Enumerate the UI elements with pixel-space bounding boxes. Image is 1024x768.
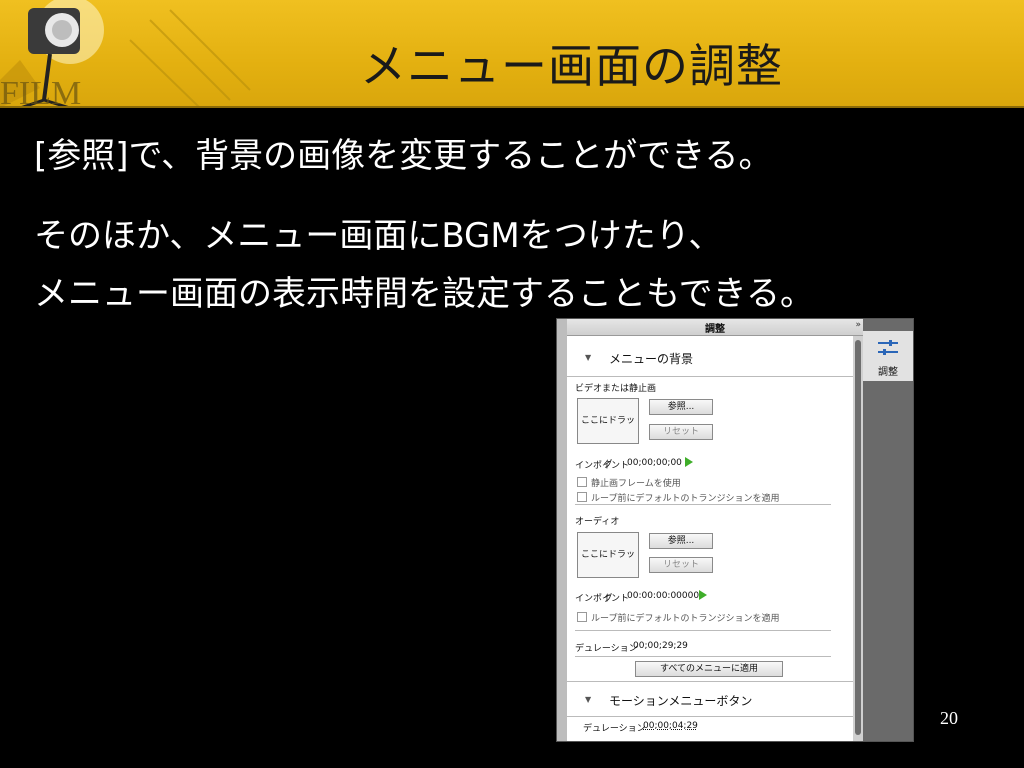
section-motion-menu-buttons[interactable]: ▼ モーションメニューボタン [567, 684, 853, 714]
video-label: ビデオまたは静止画 [575, 384, 657, 394]
body-line-2: そのほか、メニュー画面にBGMをつけたり、 [34, 216, 723, 256]
divider [567, 376, 853, 377]
chevron-down-icon[interactable]: ▼ [585, 695, 591, 704]
audio-drop-zone[interactable]: ここにドラッグ [577, 532, 639, 604]
default-transition-label: ループ前にデフォルトのトランジションを適用 [591, 494, 780, 504]
divider [567, 681, 853, 682]
apply-all-menus-button[interactable]: すべてのメニューに適用 [635, 661, 783, 677]
adjust-tab-button[interactable]: 調整 [863, 331, 913, 381]
still-frame-label: 静止画フレームを使用 [591, 479, 681, 489]
body-line-3: メニュー画面の表示時間を設定することもできる。 [34, 274, 814, 314]
still-frame-checkbox[interactable] [577, 477, 587, 487]
collapse-arrows-icon[interactable]: » [855, 320, 861, 330]
sliders-icon [878, 340, 898, 355]
audio-reset-button[interactable]: リセット [649, 557, 713, 573]
panel-content: ▼ メニューの背景 ビデオまたは静止画 ここにドラッグ 参照... リセット イ… [567, 336, 853, 741]
reset-button[interactable]: リセット [649, 424, 713, 440]
motion-duration-label: デュレーション [583, 724, 646, 734]
audio-inpoint-label: インポイント [575, 594, 630, 604]
spotlight-icon: FILM [0, 0, 251, 108]
audio-browse-button[interactable]: 参照... [649, 533, 713, 549]
header-band: FILM メニュー画面の調整 [0, 0, 1024, 108]
scrollbar[interactable] [853, 336, 863, 741]
scroll-thumb[interactable] [855, 340, 861, 735]
header-divider [0, 106, 1024, 108]
divider [575, 656, 831, 657]
inpoint-value[interactable]: 00;00;00;00 [627, 458, 682, 468]
page-number: 20 [940, 708, 958, 728]
audio-inpoint-value[interactable]: 00:00:00:00000 [627, 591, 699, 601]
section-label: モーションメニューボタン [609, 694, 753, 708]
svg-text:FILM: FILM [0, 75, 81, 108]
audio-play-icon[interactable] [699, 590, 707, 600]
body-line-1: [参照]で、背景の画像を変更することができる。 [34, 136, 773, 176]
panel-titlebar: 調整 » [567, 319, 863, 336]
panel-title: 調整 [705, 324, 725, 335]
divider [567, 716, 853, 717]
duration-value[interactable]: 00;00;29;29 [633, 641, 688, 651]
audio-label: オーディオ [575, 517, 620, 527]
audio-default-transition-checkbox[interactable] [577, 612, 587, 622]
audio-default-transition-label: ループ前にデフォルトのトランジションを適用 [591, 614, 780, 624]
divider [575, 630, 831, 631]
video-drop-zone[interactable]: ここにドラッグ [577, 398, 639, 470]
slide-title: メニュー画面の調整 [360, 39, 783, 93]
browse-button[interactable]: 参照... [649, 399, 713, 415]
adjust-tab-label: 調整 [878, 367, 898, 378]
duration-label: デュレーション [575, 644, 638, 654]
play-icon[interactable] [685, 457, 693, 467]
inpoint-label: インポイント [575, 461, 630, 471]
section-menu-background[interactable]: ▼ メニューの背景 [567, 342, 853, 372]
chevron-down-icon[interactable]: ▼ [585, 353, 591, 362]
section-label: メニューの背景 [609, 352, 694, 366]
adjust-panel-screenshot: 調整 » ▼ メニューの背景 ビデオまたは静止画 ここにドラッグ 参照... リ… [556, 318, 914, 742]
side-strip: 調整 [863, 319, 913, 741]
divider [575, 504, 831, 505]
default-transition-checkbox[interactable] [577, 492, 587, 502]
motion-duration-value[interactable]: 00;00;04;29 [643, 721, 698, 731]
panel-grip[interactable] [557, 319, 567, 741]
